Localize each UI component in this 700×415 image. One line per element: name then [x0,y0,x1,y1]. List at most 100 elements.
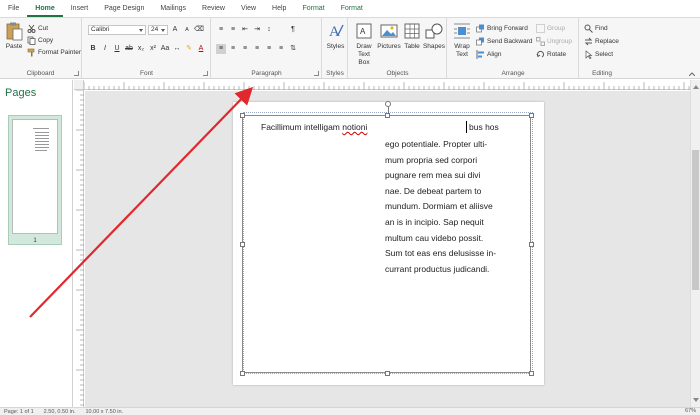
text-column-2[interactable]: ego potentiale. Propter ulti- mum propri… [385,137,496,277]
text-column-1[interactable]: Facillimum intelligam notioni [261,122,367,132]
justify-icon[interactable]: ≡ [252,44,262,54]
align-left-icon[interactable]: ≡ [216,44,226,54]
paintbrush-icon [27,48,36,57]
rotate-icon [536,50,545,59]
editing-group-label: Editing [592,70,612,77]
character-spacing-icon[interactable]: ↔ [172,44,182,54]
change-case-icon[interactable]: Aa [160,44,170,54]
group-button[interactable]: Group [536,23,565,34]
misspelled-word[interactable]: notioni [342,122,367,132]
paragraph-dialog-launcher[interactable] [314,71,319,76]
underline-icon[interactable]: U [112,44,122,54]
pictures-label: Pictures [377,43,401,50]
rotate-handle[interactable] [385,101,391,107]
resize-handle-left[interactable] [240,242,245,247]
ungroup-button[interactable]: Ungroup [536,36,572,47]
line-spacing-icon[interactable]: ↕ [264,25,274,35]
grow-font-icon[interactable]: A [170,25,180,35]
columns-icon[interactable]: ≡ [276,44,286,54]
find-label: Find [595,25,608,32]
tab-view[interactable]: View [233,0,264,17]
tab-page-design[interactable]: Page Design [96,0,152,17]
horizontal-ruler[interactable] [83,80,690,90]
picture-icon [380,21,398,41]
numbering-icon[interactable]: ≡ [228,25,238,35]
paste-button[interactable]: Paste [3,21,25,51]
rotate-button[interactable]: Rotate [536,49,566,60]
subscript-icon[interactable]: x₂ [136,44,146,54]
align-right-icon[interactable]: ≡ [240,44,250,54]
send-backward-icon [476,37,485,46]
font-dialog-launcher[interactable] [203,71,208,76]
collapse-ribbon-icon[interactable] [688,71,696,77]
column2-line: pugnare rem mea sui divi [385,170,481,181]
tab-insert[interactable]: Insert [63,0,97,17]
tab-format-shape[interactable]: Format [333,0,371,17]
clipboard-dialog-launcher[interactable] [74,71,79,76]
align-button[interactable]: Align [476,49,501,60]
resize-handle-bottom-right[interactable] [529,371,534,376]
wrap-text-button[interactable]: Wrap Text [451,21,473,59]
table-button[interactable]: Table [402,21,422,51]
pictures-button[interactable]: Pictures [377,21,401,51]
clear-formatting-icon[interactable]: ⌫ [194,25,204,35]
superscript-icon[interactable]: x² [148,44,158,54]
strikethrough-icon[interactable]: ab [124,44,134,54]
resize-handle-top[interactable] [385,113,390,118]
arrange-group-label: Arrange [501,70,525,77]
vertical-ruler[interactable] [74,89,84,407]
decrease-indent-icon[interactable]: ⇤ [240,25,250,35]
vertical-scroll-thumb[interactable] [692,150,699,290]
send-backward-button[interactable]: Send Backward [476,36,533,47]
resize-handle-top-left[interactable] [240,113,245,118]
shrink-font-icon[interactable]: A [182,25,192,35]
scroll-up-arrow-icon[interactable] [693,82,699,89]
resize-handle-bottom[interactable] [385,371,390,376]
align-center-icon[interactable]: ≡ [228,44,238,54]
scroll-down-arrow-icon[interactable] [693,398,699,405]
font-group-label: Font [139,70,153,77]
tab-home[interactable]: Home [27,0,63,17]
bring-forward-button[interactable]: Bring Forward [476,23,528,34]
find-button[interactable]: Find [584,23,608,34]
font-size-combo[interactable]: 24 [148,25,168,35]
italic-icon[interactable]: I [100,44,110,54]
cut-button[interactable]: Cut [27,23,48,34]
font-name-combo[interactable]: Calibri [88,25,146,35]
distribute-icon[interactable]: ≡ [264,44,274,54]
resize-handle-top-right[interactable] [529,113,534,118]
font-color-icon[interactable]: A [196,44,206,54]
selected-text-box[interactable]: Facillimum intelligam notioni bus hos eg… [240,101,534,376]
tab-file[interactable]: File [0,0,27,17]
resize-handle-bottom-left[interactable] [240,371,245,376]
format-painter-button[interactable]: Format Painter [27,47,81,58]
page-thumbnail[interactable]: 1 [8,115,62,245]
show-paragraph-marks-icon[interactable]: ¶ [288,25,298,35]
tab-help[interactable]: Help [264,0,294,17]
styles-button[interactable]: A Styles [325,21,346,51]
bold-icon[interactable]: B [88,44,98,54]
resize-handle-right[interactable] [529,242,534,247]
increase-indent-icon[interactable]: ⇥ [252,25,262,35]
status-page[interactable]: Page: 1 of 1 [4,409,34,415]
column2-line: mundum. Dormiam et aliisve [385,201,493,212]
publication-page[interactable]: Facillimum intelligam notioni bus hos eg… [233,101,544,385]
paragraph-spacing-icon[interactable]: ⇅ [288,44,298,54]
zoom-level[interactable]: 67% [685,408,696,414]
select-button[interactable]: Select [584,49,613,60]
column2-line: an is in incipio. Sap nequit [385,216,484,227]
shapes-button[interactable]: Shapes [422,21,446,51]
ungroup-label: Ungroup [547,38,572,45]
tab-mailings[interactable]: Mailings [152,0,194,17]
copy-button[interactable]: Copy [27,35,53,46]
draw-text-box-button[interactable]: A Draw Text Box [352,21,376,67]
ribbon: Paste Cut Copy Format Painter Clipboard … [0,17,700,79]
table-label: Table [404,43,420,50]
vertical-scrollbar[interactable] [690,80,700,407]
tab-review[interactable]: Review [194,0,233,17]
bullets-icon[interactable]: ≡ [216,25,226,35]
replace-button[interactable]: Replace [584,36,619,47]
highlight-icon[interactable]: ✎ [184,44,194,54]
tab-format-text-box[interactable]: Format [294,0,332,17]
column2-line: Sum tot eas ens delusisse in- [385,248,497,259]
